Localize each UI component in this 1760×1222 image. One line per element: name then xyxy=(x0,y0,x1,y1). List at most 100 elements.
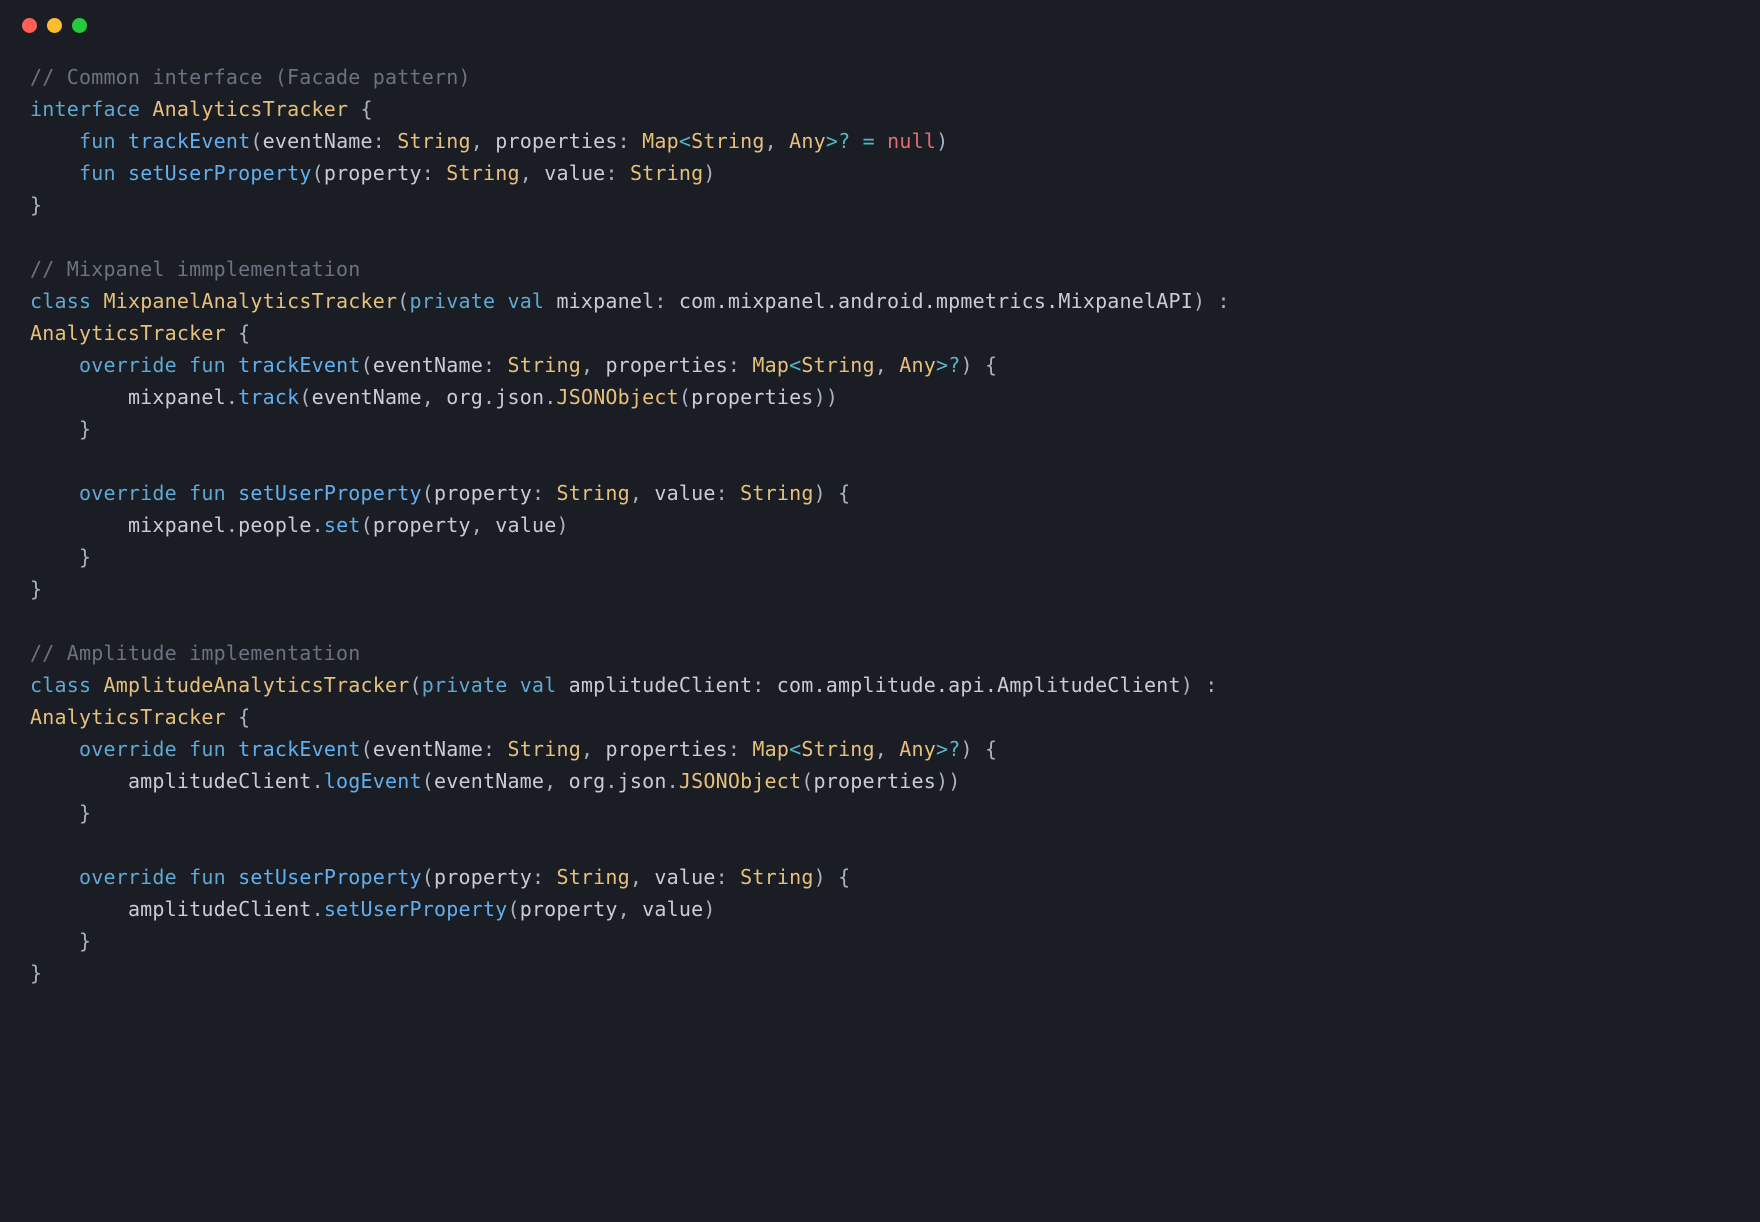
kw-override: override xyxy=(79,481,177,505)
type: String xyxy=(507,353,580,377)
comma: , xyxy=(520,161,532,185)
paren: ( xyxy=(507,897,519,921)
kw-override: override xyxy=(79,865,177,889)
param: property xyxy=(324,161,422,185)
colon: : xyxy=(483,353,495,377)
colon: : xyxy=(532,481,544,505)
dot: . xyxy=(312,897,324,921)
kw-val: val xyxy=(520,673,557,697)
type: String xyxy=(801,353,874,377)
angle: < xyxy=(789,737,801,761)
colon: : xyxy=(618,129,630,153)
func-name: trackEvent xyxy=(238,737,360,761)
type: String xyxy=(740,865,813,889)
arg: properties xyxy=(691,385,813,409)
paren: ) xyxy=(814,865,826,889)
paren: ( xyxy=(422,481,434,505)
paren: ( xyxy=(361,353,373,377)
close-icon[interactable] xyxy=(22,18,37,33)
colon: : xyxy=(716,481,728,505)
type-name: AnalyticsTracker xyxy=(30,321,226,345)
type: Map xyxy=(752,353,789,377)
func-name: trackEvent xyxy=(128,129,250,153)
brace: { xyxy=(361,97,373,121)
paren: ) xyxy=(556,513,568,537)
dot: . xyxy=(667,769,679,793)
type: Any xyxy=(789,129,826,153)
param: property xyxy=(434,865,532,889)
code-block: // Common interface (Facade pattern) int… xyxy=(0,33,1760,1029)
kw-null: null xyxy=(887,129,936,153)
brace: { xyxy=(238,705,250,729)
comma: , xyxy=(544,769,556,793)
eq: = xyxy=(863,129,875,153)
comma: , xyxy=(471,129,483,153)
param: value xyxy=(654,865,715,889)
arg: value xyxy=(495,513,556,537)
param: value xyxy=(654,481,715,505)
paren: ) xyxy=(703,161,715,185)
paren: ) xyxy=(936,129,948,153)
comma: , xyxy=(471,513,483,537)
paren: ( xyxy=(410,673,422,697)
func-name: setUserProperty xyxy=(128,161,312,185)
arg: eventName xyxy=(434,769,544,793)
kw-private: private xyxy=(410,289,496,313)
paren: ( xyxy=(422,769,434,793)
paren: ( xyxy=(422,865,434,889)
colon: : xyxy=(483,737,495,761)
param: properties xyxy=(495,129,617,153)
method-call: setUserProperty xyxy=(324,897,508,921)
angle: > xyxy=(936,353,948,377)
minimize-icon[interactable] xyxy=(47,18,62,33)
comma: , xyxy=(875,737,887,761)
ns: org xyxy=(446,385,483,409)
type: String xyxy=(446,161,519,185)
comma: , xyxy=(581,737,593,761)
type: String xyxy=(556,865,629,889)
brace: { xyxy=(985,737,997,761)
func-name: setUserProperty xyxy=(238,865,422,889)
param: amplitudeClient xyxy=(569,673,753,697)
kw-fun: fun xyxy=(79,161,116,185)
arg: value xyxy=(642,897,703,921)
colon-sep: : xyxy=(1193,673,1230,697)
paren: ) xyxy=(703,897,715,921)
arg: property xyxy=(373,513,471,537)
kw-fun: fun xyxy=(189,353,226,377)
type-name: AnalyticsTracker xyxy=(152,97,348,121)
param: eventName xyxy=(263,129,373,153)
paren: ) xyxy=(936,769,948,793)
paren: ) xyxy=(814,481,826,505)
kw-fun: fun xyxy=(189,481,226,505)
paren: ( xyxy=(679,385,691,409)
qualified-type: com.mixpanel.android.mpmetrics.MixpanelA… xyxy=(679,289,1193,313)
ns: json xyxy=(495,385,544,409)
param: value xyxy=(544,161,605,185)
code-window: // Common interface (Facade pattern) int… xyxy=(0,0,1760,1222)
angle: > xyxy=(936,737,948,761)
paren: ( xyxy=(397,289,409,313)
paren: ( xyxy=(361,513,373,537)
colon: : xyxy=(728,353,740,377)
type: String xyxy=(740,481,813,505)
kw-override: override xyxy=(79,737,177,761)
param: eventName xyxy=(373,353,483,377)
type: JSONObject xyxy=(556,385,678,409)
func-name: setUserProperty xyxy=(238,481,422,505)
brace: } xyxy=(30,193,42,217)
maximize-icon[interactable] xyxy=(72,18,87,33)
param: mixpanel xyxy=(556,289,654,313)
ident: amplitudeClient xyxy=(128,769,312,793)
colon: : xyxy=(605,161,617,185)
func-name: trackEvent xyxy=(238,353,360,377)
kw-val: val xyxy=(507,289,544,313)
type: String xyxy=(556,481,629,505)
type: String xyxy=(630,161,703,185)
comma: , xyxy=(581,353,593,377)
paren: ( xyxy=(361,737,373,761)
paren: ( xyxy=(250,129,262,153)
kw-fun: fun xyxy=(189,737,226,761)
type: Any xyxy=(899,353,936,377)
brace: } xyxy=(79,417,91,441)
